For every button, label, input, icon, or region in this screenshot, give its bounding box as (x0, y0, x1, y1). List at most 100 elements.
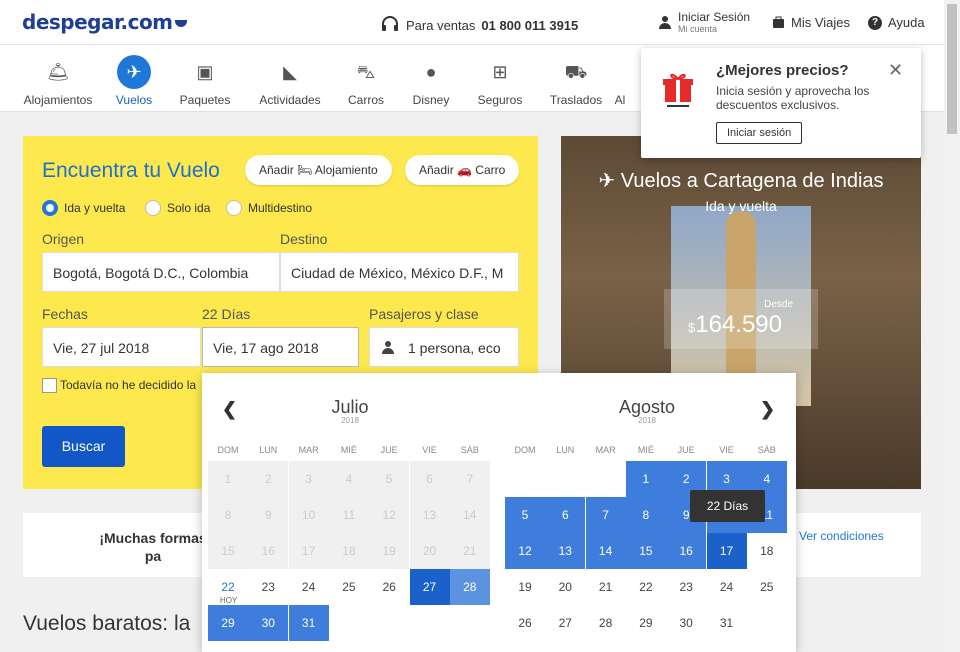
calendar-day: 6 (409, 461, 450, 497)
headset-icon (382, 16, 398, 31)
weekday-header: JUE (380, 445, 398, 455)
calendar-day[interactable]: 14 (585, 533, 626, 569)
calendar-day: 21 (449, 533, 490, 569)
calendar-day[interactable]: 25 (747, 569, 787, 605)
calendar-day[interactable]: 31 (288, 605, 329, 641)
calendar-day[interactable]: 23 (666, 569, 706, 605)
my-trips-link[interactable]: Mis Viajes (772, 15, 850, 30)
help-label: Ayuda (888, 15, 925, 30)
calendar-day[interactable]: 28 (449, 569, 490, 605)
calendar-day[interactable]: 30 (248, 605, 289, 641)
calendar-day[interactable]: 24 (289, 569, 329, 605)
calendar-day[interactable]: 26 (505, 605, 545, 641)
passengers-label: Pasajeros y clase (369, 306, 479, 322)
calendar-day[interactable]: 22 (626, 569, 666, 605)
scrollbar-thumb[interactable] (947, 4, 957, 134)
suitcase-icon: ▣ (196, 62, 214, 82)
left-month-title: Julio (331, 397, 369, 417)
more-icon (603, 55, 637, 89)
calendar-day: 14 (449, 497, 490, 533)
departure-date-input[interactable]: Vie, 27 jul 2018 (42, 327, 201, 367)
prev-month-arrow[interactable]: ❮ (222, 399, 237, 420)
weekday-header: MAR (298, 445, 319, 455)
radio-checked-icon (42, 200, 58, 216)
popup-text: Inicia sesión y aprovecha los descuentos… (716, 84, 870, 112)
calendar-day: 3 (288, 461, 329, 497)
calendar-day[interactable]: 16 (666, 533, 707, 569)
return-date-input[interactable]: Vie, 17 ago 2018 (202, 327, 359, 367)
calendar-day[interactable]: 24 (707, 569, 747, 605)
login-link[interactable]: Iniciar Sesión Mi cuenta (658, 10, 750, 34)
search-title: Encuentra tu Vuelo (42, 159, 220, 182)
search-button[interactable]: Buscar (42, 426, 125, 467)
promo-price: $164.590 (688, 311, 782, 338)
next-month-arrow[interactable]: ❯ (760, 399, 775, 420)
calendar-day: 8 (208, 497, 248, 533)
calendar-day[interactable]: 7 (585, 497, 626, 533)
popup-login-button[interactable]: Iniciar sesión (716, 122, 803, 144)
add-car-button[interactable]: Añadir 🚗 Carro (405, 155, 520, 185)
calendar-day[interactable]: 23 (248, 569, 288, 605)
price-from-label: Desde (764, 299, 793, 310)
calendar-day: 5 (369, 461, 410, 497)
radio-one-way[interactable]: Solo ida (145, 200, 210, 216)
destination-input[interactable]: Ciudad de México, México D.F., M (280, 252, 519, 292)
banner-conditions-link[interactable]: Ver condiciones (799, 529, 884, 544)
close-icon[interactable]: ✕ (888, 60, 903, 81)
calendar-day[interactable]: 13 (545, 533, 586, 569)
calendar-day: 10 (288, 497, 329, 533)
weekday-header: LUN (259, 445, 278, 455)
undecided-checkbox[interactable] (42, 378, 57, 393)
weekday-header: DOM (217, 445, 239, 455)
mickey-icon: ● (425, 62, 437, 82)
weekday-header: VIE (422, 445, 437, 455)
user-icon (659, 16, 671, 29)
calendar-day[interactable]: 29 (626, 605, 666, 641)
calendar-day[interactable]: 27 (409, 569, 450, 605)
calendar-day: 12 (369, 497, 410, 533)
calendar-day[interactable]: 31 (707, 605, 747, 641)
origin-input[interactable]: Bogotá, Bogotá D.C., Colombia (42, 252, 280, 292)
origin-label: Origen (42, 231, 85, 247)
add-hotel-button[interactable]: Añadir 🛏 Alojamiento (245, 155, 392, 185)
calendar-day[interactable]: 28 (586, 605, 626, 641)
help-link[interactable]: ? Ayuda (868, 15, 925, 30)
today-label: HOY (220, 596, 238, 605)
calendar-day[interactable]: 30 (666, 605, 706, 641)
radio-unchecked-icon (226, 200, 242, 216)
nav-paquetes[interactable]: ▣ Paquetes (160, 55, 250, 107)
calendar-day[interactable]: 19 (505, 569, 545, 605)
sales-phone: Para ventas 01 800 011 3915 (380, 15, 578, 35)
bell-icon: 🛎 (46, 62, 70, 82)
calendar-day: 16 (248, 533, 289, 569)
calendar-day[interactable]: 20 (545, 569, 585, 605)
calendar-day[interactable]: 21 (586, 569, 626, 605)
weekday-header: MIÉ (340, 445, 357, 455)
calendar-day[interactable]: 5 (505, 497, 545, 533)
calendar-day[interactable]: 12 (505, 533, 545, 569)
calendar-day[interactable]: 26 (369, 569, 409, 605)
calendar-day: 19 (369, 533, 410, 569)
radio-multi[interactable]: Multidestino (226, 200, 312, 216)
help-icon: ? (868, 15, 882, 30)
calendar-day[interactable]: 15 (625, 533, 666, 569)
calendar-day[interactable]: 25 (329, 569, 369, 605)
weekday-header: SÁB (460, 445, 479, 455)
calendar-day[interactable]: 17 (706, 533, 747, 569)
medkit-icon: ⊞ (492, 62, 508, 82)
nav-more[interactable]: Al (600, 55, 640, 107)
logo[interactable]: despegar.com (22, 10, 187, 34)
calendar-day[interactable]: 18 (747, 533, 787, 569)
phone-label: Para ventas (406, 17, 476, 33)
calendar-day: 2 (248, 461, 289, 497)
calendar-day[interactable]: 1 (625, 461, 666, 497)
plane-icon: ✈ (117, 55, 151, 89)
calendar-day[interactable]: 6 (545, 497, 586, 533)
radio-round-trip[interactable]: Ida y vuelta (42, 200, 125, 216)
calendar-day[interactable]: 8 (625, 497, 666, 533)
weekday-header: SÁB (757, 445, 776, 455)
calendar-day[interactable]: 29 (208, 605, 248, 641)
calendar-day[interactable]: 27 (545, 605, 585, 641)
destination-label: Destino (280, 231, 328, 247)
popup-title: ¿Mejores precios? (716, 62, 849, 79)
